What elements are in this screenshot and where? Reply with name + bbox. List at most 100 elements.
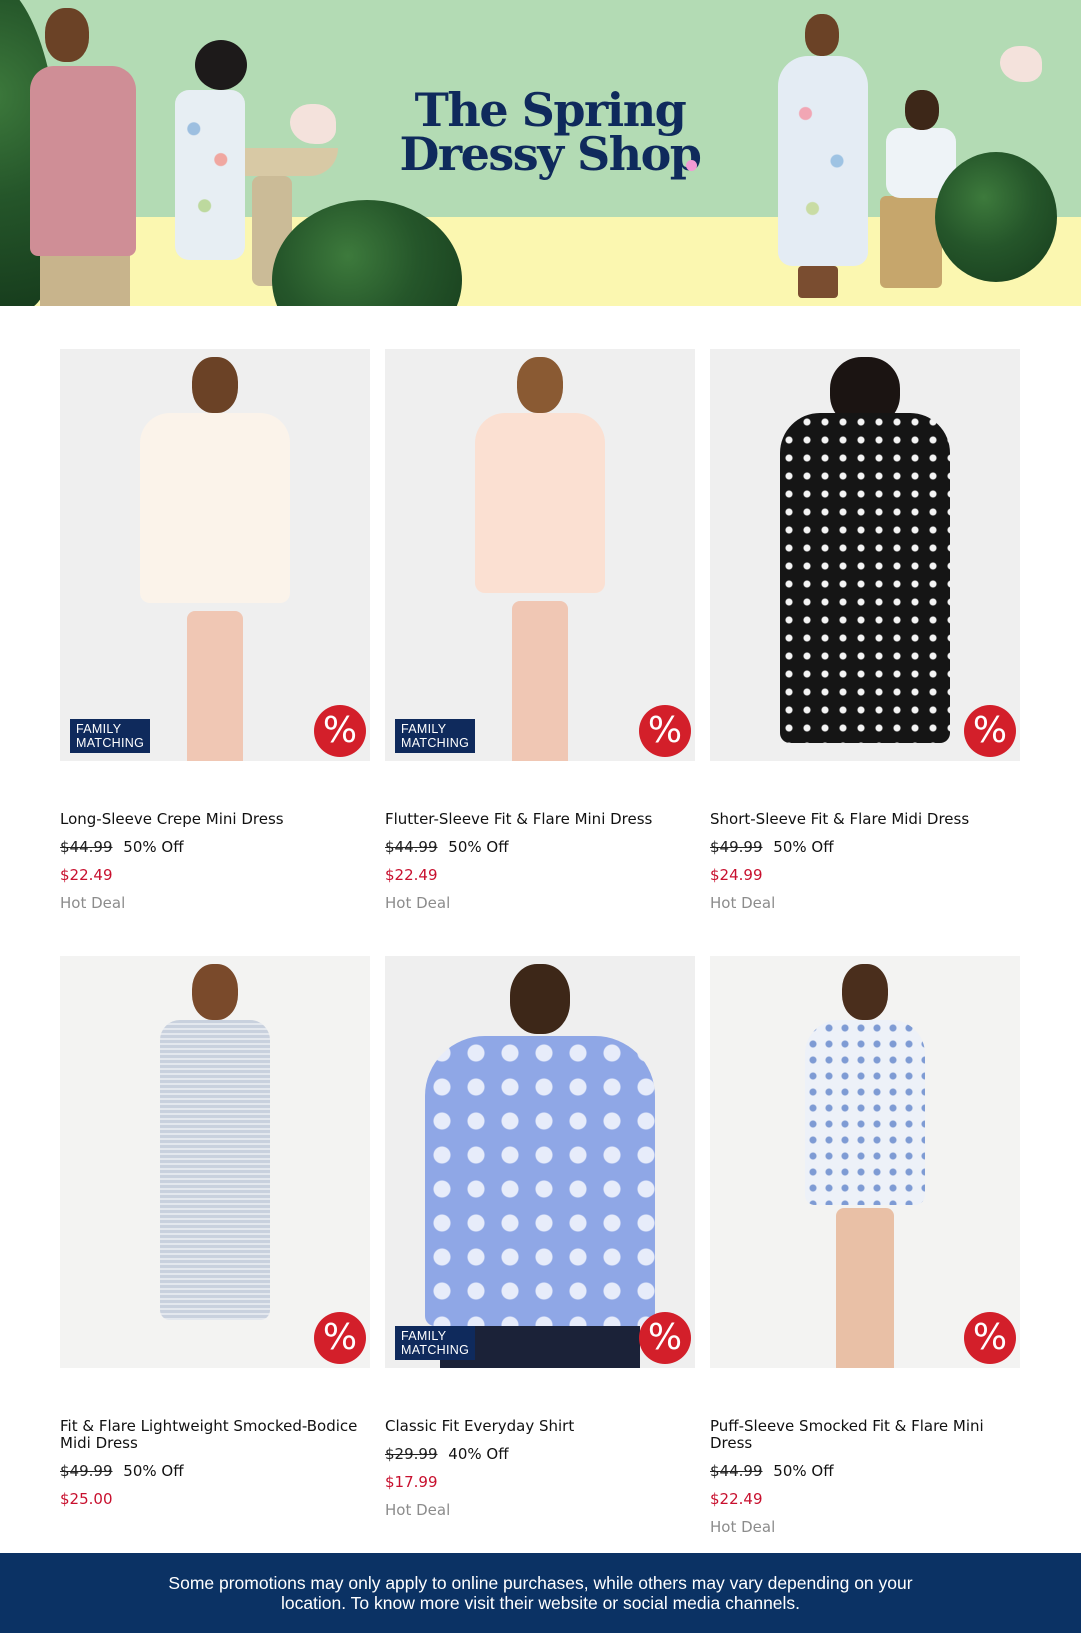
product-name[interactable]: Puff-Sleeve Smocked Fit & Flare Mini Dre… (710, 1418, 1020, 1452)
family-matching-badge: FAMILY MATCHING (395, 719, 476, 753)
discount-label: 40% Off (448, 1445, 509, 1463)
product-card[interactable]: FAMILY MATCHING % Classic Fit Everyday S… (385, 956, 695, 1519)
product-info: Flutter-Sleeve Fit & Flare Mini Dress $4… (385, 811, 695, 913)
deal-label: Hot Deal (385, 1501, 451, 1519)
model-legs (512, 601, 568, 761)
promotions-disclaimer: Some promotions may only apply to online… (0, 1553, 1081, 1633)
original-price: $44.99 (710, 1462, 763, 1480)
product-card[interactable]: % Puff-Sleeve Smocked Fit & Flare Mini D… (710, 956, 1020, 1536)
hero-child-outfit (175, 90, 245, 260)
product-name[interactable]: Fit & Flare Lightweight Smocked-Bodice M… (60, 1418, 370, 1452)
product-info: Classic Fit Everyday Shirt $29.99 40% Of… (385, 1418, 695, 1520)
hero-man-head (45, 8, 89, 62)
floral-dress (475, 413, 605, 593)
pink-dot-decoration (686, 160, 697, 171)
original-price: $44.99 (60, 838, 113, 856)
product-name[interactable]: Flutter-Sleeve Fit & Flare Mini Dress (385, 811, 695, 828)
product-card[interactable]: FAMILY MATCHING % Flutter-Sleeve Fit & F… (385, 349, 695, 912)
price-line: $44.99 50% Off (710, 1462, 1020, 1480)
puff-sleeve-dress (805, 1020, 925, 1205)
family-badge-line2: MATCHING (401, 736, 470, 750)
price-line: $44.99 50% Off (385, 838, 695, 856)
sale-price: $17.99 (385, 1473, 438, 1491)
product-image[interactable]: FAMILY MATCHING % (60, 349, 370, 761)
family-badge-line1: FAMILY (76, 722, 122, 736)
sale-price: $24.99 (710, 866, 763, 884)
percent-discount-icon: % (964, 1312, 1016, 1364)
family-badge-line2: MATCHING (76, 736, 145, 750)
original-price: $29.99 (385, 1445, 438, 1463)
gingham-dress (160, 1020, 270, 1320)
family-badge-line1: FAMILY (401, 1329, 447, 1343)
product-name[interactable]: Long-Sleeve Crepe Mini Dress (60, 811, 370, 828)
hero-woman-legs (798, 266, 838, 298)
model-head (517, 357, 563, 413)
disclaimer-text: Some promotions may only apply to online… (168, 1573, 913, 1613)
hero-man-pants (40, 250, 130, 306)
discount-label: 50% Off (773, 1462, 834, 1480)
deal-label: Hot Deal (385, 894, 451, 912)
hero-title-line1: The Spring (414, 83, 687, 137)
family-badge-line2: MATCHING (401, 1343, 470, 1357)
product-image[interactable]: % (60, 956, 370, 1368)
price-line: $44.99 50% Off (60, 838, 370, 856)
percent-discount-icon: % (314, 705, 366, 757)
product-info: Fit & Flare Lightweight Smocked-Bodice M… (60, 1418, 370, 1509)
product-image[interactable]: FAMILY MATCHING % (385, 956, 695, 1368)
price-line: $49.99 50% Off (710, 838, 1020, 856)
hero-boy-head (905, 90, 939, 130)
hero-child-head (195, 40, 247, 90)
sale-price: $22.49 (60, 866, 113, 884)
sale-price: $22.49 (385, 866, 438, 884)
bird-decoration (290, 104, 336, 144)
model-head (192, 357, 238, 413)
hero-title-line2: Dressy Shop (399, 127, 702, 181)
hero-woman-dress (778, 56, 868, 266)
product-image[interactable]: % (710, 349, 1020, 761)
original-price: $49.99 (710, 838, 763, 856)
discount-label: 50% Off (123, 838, 184, 856)
discount-label: 50% Off (773, 838, 834, 856)
sale-price: $22.49 (710, 1490, 763, 1508)
price-line: $29.99 40% Off (385, 1445, 695, 1463)
product-card[interactable]: % Short-Sleeve Fit & Flare Midi Dress $4… (710, 349, 1020, 912)
deal-label: Hot Deal (710, 894, 776, 912)
product-info: Long-Sleeve Crepe Mini Dress $44.99 50% … (60, 811, 370, 913)
product-image[interactable]: % (710, 956, 1020, 1368)
model-legs (836, 1208, 894, 1368)
product-name[interactable]: Short-Sleeve Fit & Flare Midi Dress (710, 811, 1020, 828)
percent-discount-icon: % (639, 705, 691, 757)
original-price: $49.99 (60, 1462, 113, 1480)
product-card[interactable]: % Fit & Flare Lightweight Smocked-Bodice… (60, 956, 370, 1508)
model-head (842, 964, 888, 1020)
model-head (510, 964, 570, 1034)
hero-boy-pants (880, 196, 942, 288)
hero-banner[interactable]: The Spring Dressy Shop (0, 0, 1081, 306)
family-matching-badge: FAMILY MATCHING (70, 719, 151, 753)
discount-label: 50% Off (123, 1462, 184, 1480)
family-badge-line1: FAMILY (401, 722, 447, 736)
discount-label: 50% Off (448, 838, 509, 856)
product-name[interactable]: Classic Fit Everyday Shirt (385, 1418, 695, 1435)
deal-label: Hot Deal (710, 1518, 776, 1536)
product-card[interactable]: FAMILY MATCHING % Long-Sleeve Crepe Mini… (60, 349, 370, 912)
floral-dress (140, 413, 290, 603)
sale-price: $25.00 (60, 1490, 113, 1508)
product-image[interactable]: FAMILY MATCHING % (385, 349, 695, 761)
family-matching-badge: FAMILY MATCHING (395, 1326, 476, 1360)
product-info: Short-Sleeve Fit & Flare Midi Dress $49.… (710, 811, 1020, 913)
hedge-decoration (935, 152, 1057, 282)
floral-shirt (425, 1036, 655, 1326)
hero-man-shirt (30, 66, 136, 256)
original-price: $44.99 (385, 838, 438, 856)
model-legs (187, 611, 243, 761)
percent-discount-icon: % (639, 1312, 691, 1364)
polka-dot-dress (780, 413, 950, 743)
hero-woman-head (805, 14, 839, 56)
model-head (192, 964, 238, 1020)
percent-discount-icon: % (964, 705, 1016, 757)
product-info: Puff-Sleeve Smocked Fit & Flare Mini Dre… (710, 1418, 1020, 1537)
price-line: $49.99 50% Off (60, 1462, 370, 1480)
bird-decoration (1000, 46, 1042, 82)
percent-discount-icon: % (314, 1312, 366, 1364)
